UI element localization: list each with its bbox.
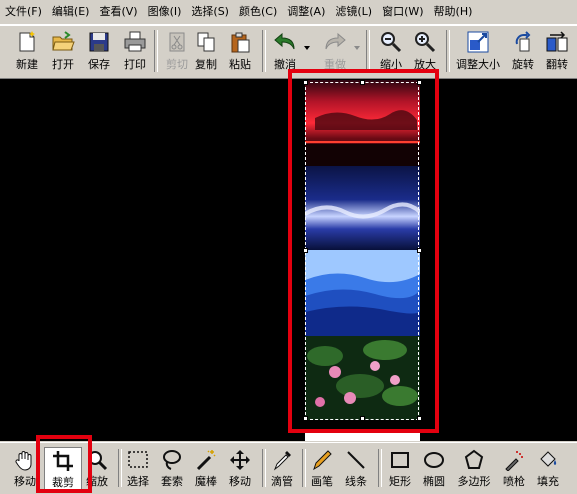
flip-button[interactable]: 翻转 <box>540 28 574 74</box>
tool-move[interactable]: 移动 <box>226 447 254 491</box>
tool-move-hand[interactable]: 移动 <box>12 447 38 491</box>
move-arrows-icon <box>230 450 250 470</box>
lasso-icon <box>163 450 181 470</box>
tool-rectangle[interactable]: 矩形 <box>386 447 414 491</box>
menu-color[interactable]: 颜色(C) <box>234 0 282 24</box>
ellipse-icon <box>424 452 444 468</box>
copy-icon <box>197 32 215 52</box>
highlight-box-image <box>288 69 439 433</box>
paste-button[interactable]: 粘贴 <box>221 28 259 74</box>
tool-fill[interactable]: 填充 <box>534 447 562 491</box>
redo-button[interactable]: 重做 <box>316 28 354 74</box>
menu-filter[interactable]: 滤镜(L) <box>330 0 377 24</box>
zoom-out-button[interactable]: 缩小 <box>372 28 410 74</box>
spray-can-icon <box>505 451 523 471</box>
magic-wand-icon <box>196 450 216 471</box>
menu-edit[interactable]: 编辑(E) <box>47 0 95 24</box>
save-disk-icon <box>89 32 109 52</box>
tool-pen[interactable]: 画笔 <box>308 447 336 491</box>
scissors-icon <box>169 32 185 52</box>
print-button[interactable]: 打印 <box>116 28 154 74</box>
pen-icon <box>313 450 332 471</box>
new-file-icon <box>19 31 35 52</box>
menu-window[interactable]: 窗口(W) <box>377 0 428 24</box>
open-button[interactable]: 打开 <box>44 28 82 74</box>
tool-eyedropper[interactable]: 滴管 <box>268 447 296 491</box>
tool-lasso[interactable]: 套索 <box>158 447 186 491</box>
copy-button[interactable]: 复制 <box>187 28 225 74</box>
line-icon <box>347 451 365 469</box>
menu-adjust[interactable]: 调整(A) <box>282 0 330 24</box>
redo-arrow-icon <box>325 32 346 50</box>
zoom-in-button[interactable]: 放大 <box>406 28 444 74</box>
menu-bar: 文件(F) 编辑(E) 查看(V) 图像(I) 选择(S) 颜色(C) 调整(A… <box>0 0 577 25</box>
zoom-in-icon <box>415 32 436 53</box>
undo-arrow-icon <box>274 32 295 50</box>
undo-dropdown[interactable] <box>302 28 312 74</box>
rotate-button[interactable]: 旋转 <box>506 28 540 74</box>
resize-button[interactable]: 调整大小 <box>452 28 504 74</box>
toolbar-separator <box>302 449 306 487</box>
menu-select[interactable]: 选择(S) <box>186 0 234 24</box>
menu-view[interactable]: 查看(V) <box>94 0 142 24</box>
toolbar-separator <box>446 30 450 72</box>
clipboard-paste-icon <box>231 32 250 53</box>
printer-icon <box>124 31 146 52</box>
tool-ellipse[interactable]: 椭圆 <box>420 447 448 491</box>
polygon-icon <box>464 449 484 469</box>
hand-icon <box>15 451 32 471</box>
flip-icon <box>546 31 568 52</box>
open-folder-icon <box>52 31 75 51</box>
redo-dropdown[interactable] <box>352 28 362 74</box>
eyedropper-icon <box>273 451 291 471</box>
menu-file[interactable]: 文件(F) <box>0 0 47 24</box>
rotate-icon <box>515 31 531 52</box>
menu-image[interactable]: 图像(I) <box>143 0 187 24</box>
tool-magic-wand[interactable]: 魔棒 <box>192 447 220 491</box>
highlight-box-crop-tool <box>36 435 92 493</box>
new-button[interactable]: 新建 <box>8 28 46 74</box>
chevron-down-icon <box>304 46 310 50</box>
save-button[interactable]: 保存 <box>80 28 118 74</box>
tool-spray[interactable]: 喷枪 <box>500 447 528 491</box>
chevron-down-icon <box>354 46 360 50</box>
rect-select-icon <box>128 451 148 468</box>
tool-line[interactable]: 线条 <box>342 447 370 491</box>
toolbar-separator <box>378 449 382 487</box>
zoom-out-icon <box>381 32 402 53</box>
resize-icon <box>467 31 489 53</box>
undo-button[interactable]: 撤消 <box>266 28 304 74</box>
tool-polygon[interactable]: 多边形 <box>454 447 494 491</box>
menu-help[interactable]: 帮助(H) <box>429 0 478 24</box>
toolbar-separator <box>262 449 266 487</box>
toolbar-separator <box>366 30 370 72</box>
rectangle-icon <box>391 452 409 468</box>
paint-bucket-icon <box>540 451 557 467</box>
tool-select[interactable]: 选择 <box>124 447 152 491</box>
toolbar-separator <box>118 449 122 487</box>
